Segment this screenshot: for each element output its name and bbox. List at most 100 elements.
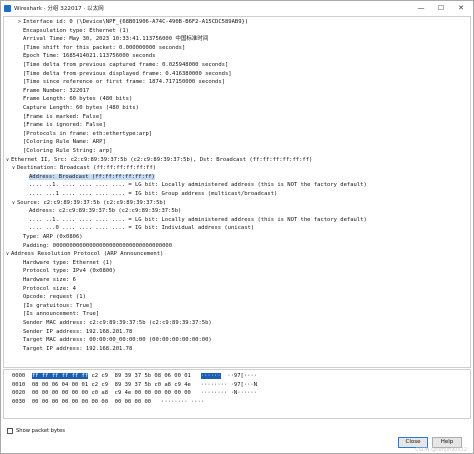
- tree-row[interactable]: [Coloring Rule Name: ARP]: [4, 138, 470, 146]
- tree-row-text: .... ...1 .... .... .... .... = IG bit: …: [29, 191, 278, 197]
- tree-row-text: Hardware size: 6: [23, 277, 76, 283]
- tree-row-text: Type: ARP (0x0806): [23, 234, 83, 240]
- show-bytes-checkbox[interactable]: [7, 428, 13, 434]
- bytes-row[interactable]: 0020 00 00 00 00 00 00 c0 a8 c9 4e 00 00…: [12, 389, 257, 397]
- tree-row-text: Ethernet II, Src: c2:c9:89:39:37:5b (c2:…: [11, 156, 313, 163]
- title-bar: Wireshark · 分组 322017 · 以太网 — ☐ ✕: [1, 1, 473, 15]
- bytes-hex: 08 00 06 04 00 01 c2 c9 89 39 37 5b c0 a…: [31, 381, 191, 388]
- tree-row[interactable]: Epoch Time: 1685414021.113756000 seconds: [4, 52, 470, 60]
- tree-row-text: Destination: Broadcast (ff:ff:ff:ff:ff:f…: [17, 165, 157, 172]
- bytes-hex: c2 c9 89 39 37 5b 08 06 00 01: [88, 373, 191, 379]
- expand-toggle-icon[interactable]: >: [16, 18, 23, 26]
- bytes-offset: 0010: [12, 381, 26, 388]
- tree-row[interactable]: Target MAC address: 00:00:00_00:00:00 (0…: [4, 336, 470, 344]
- tree-row[interactable]: Address: Broadcast (ff:ff:ff:ff:ff:ff): [4, 173, 470, 181]
- tree-row[interactable]: [Time delta from previous captured frame…: [4, 61, 470, 69]
- tree-row-text: Interface id: 0 (\Device\NPF_{68B01906-A…: [23, 19, 249, 25]
- tree-row-text: Frame Number: 322017: [23, 87, 90, 94]
- tree-row-text: Opcode: request (1): [23, 294, 86, 301]
- tree-row[interactable]: Opcode: request (1): [4, 293, 470, 301]
- tree-row-text: Encapsulation type: Ethernet (1): [23, 27, 129, 34]
- tree-row[interactable]: Frame Length: 60 bytes (480 bits): [4, 95, 470, 103]
- bytes-offset: 0000: [12, 373, 26, 379]
- tree-row-text: Sender MAC address: c2:c9:89:39:37:5b (c…: [23, 320, 212, 326]
- bytes-row[interactable]: 0000 ff ff ff ff ff ff c2 c9 89 39 37 5b…: [12, 372, 257, 380]
- show-bytes-option[interactable]: Show packet bytes: [7, 428, 65, 434]
- tree-row-text: [Time since reference or first frame: 18…: [23, 79, 225, 86]
- tree-row[interactable]: ∨ Source: c2:c9:89:39:37:5b (c2:c9:89:39:…: [4, 199, 470, 207]
- show-bytes-label: Show packet bytes: [16, 428, 65, 434]
- tree-row-text: .... ..1. .... .... .... .... = LG bit: …: [29, 216, 367, 223]
- tree-row[interactable]: ∨ Destination: Broadcast (ff:ff:ff:ff:ff:…: [4, 164, 470, 172]
- bytes-ascii: ········ ····: [161, 398, 205, 405]
- tree-row[interactable]: Sender MAC address: c2:c9:89:39:37:5b (c…: [4, 319, 470, 327]
- tree-row[interactable]: [Time delta from previous displayed fram…: [4, 70, 470, 78]
- tree-row[interactable]: Padding: 0000000000000000000000000000000…: [4, 242, 470, 250]
- tree-row[interactable]: Encapsulation type: Ethernet (1): [4, 27, 470, 35]
- bytes-hex-highlight: ff ff ff ff ff ff: [31, 373, 89, 379]
- bytes-ascii-highlight: ······: [200, 373, 221, 379]
- tree-row-text: Sender IP address: 192.168.201.78: [23, 328, 133, 335]
- tree-row-text: Arrival Time: May 30, 2023 10:33:41.1137…: [23, 36, 209, 43]
- tree-row[interactable]: Protocol type: IPv4 (0x0800): [4, 267, 470, 275]
- expand-toggle-icon[interactable]: ∨: [10, 164, 17, 172]
- packet-bytes-pane[interactable]: 0000 ff ff ff ff ff ff c2 c9 89 39 37 5b…: [3, 369, 471, 419]
- tree-row[interactable]: .... ..1. .... .... .... .... = LG bit: …: [4, 181, 470, 189]
- tree-row[interactable]: [Time since reference or first frame: 18…: [4, 78, 470, 86]
- tree-row[interactable]: Protocol size: 4: [4, 285, 470, 293]
- tree-row-text: Capture Length: 60 bytes (480 bits): [23, 105, 139, 111]
- tree-row[interactable]: .... ..1. .... .... .... .... = LG bit: …: [4, 216, 470, 224]
- tree-row[interactable]: Capture Length: 60 bytes (480 bits): [4, 104, 470, 112]
- expand-toggle-icon[interactable]: ∨: [4, 156, 11, 164]
- tree-row-text: [Is announcement: True]: [23, 311, 100, 318]
- packet-detail-window: Wireshark · 分组 322017 · 以太网 — ☐ ✕ > Inter…: [0, 0, 474, 454]
- tree-row-text: [Time shift for this packet: 0.000000000…: [23, 44, 186, 51]
- packet-details-tree[interactable]: > Interface id: 0 (\Device\NPF_{68B01906-…: [3, 16, 471, 368]
- tree-row[interactable]: > Interface id: 0 (\Device\NPF_{68B01906-…: [4, 18, 470, 26]
- tree-row[interactable]: ∨ Ethernet II, Src: c2:c9:89:39:37:5b (c2…: [4, 156, 470, 164]
- tree-row[interactable]: [Frame is marked: False]: [4, 113, 470, 121]
- tree-row[interactable]: .... ...1 .... .... .... .... = IG bit: …: [4, 190, 470, 198]
- tree-row-text: [Time delta from previous displayed fram…: [23, 70, 232, 77]
- tree-row-text: Protocol size: 4: [23, 285, 76, 292]
- bytes-ascii: ········ ·97[···N: [200, 381, 258, 388]
- tree-row-text: Padding: 0000000000000000000000000000000…: [23, 242, 173, 249]
- tree-row-text: [Time delta from previous captured frame…: [23, 62, 229, 68]
- tree-row-text: Protocol type: IPv4 (0x0800): [23, 268, 116, 275]
- tree-row[interactable]: [Protocols in frame: eth:ethertype:arp]: [4, 130, 470, 138]
- tree-row-text: [Coloring Rule String: arp]: [23, 148, 113, 154]
- tree-row[interactable]: Sender IP address: 192.168.201.78: [4, 328, 470, 336]
- tree-row-text: [Frame is ignored: False]: [23, 122, 106, 129]
- tree-row[interactable]: [Frame is ignored: False]: [4, 121, 470, 129]
- expand-toggle-icon[interactable]: ∨: [4, 250, 11, 258]
- tree-row-text: [Protocols in frame: eth:ethertype:arp]: [23, 130, 153, 137]
- tree-row[interactable]: Hardware size: 6: [4, 276, 470, 284]
- tree-row-text: Address: c2:c9:89:39:37:5b (c2:c9:89:39:…: [29, 208, 182, 215]
- tree-row[interactable]: [Is announcement: True]: [4, 310, 470, 318]
- bytes-row[interactable]: 0030 00 00 00 00 00 00 00 00 00 00 00 00…: [12, 398, 204, 406]
- tree-row[interactable]: [Time shift for this packet: 0.000000000…: [4, 44, 470, 52]
- bytes-hex: 00 00 00 00 00 00 00 00 00 00 00 00: [31, 398, 152, 405]
- tree-row[interactable]: Arrival Time: May 30, 2023 10:33:41.1137…: [4, 35, 470, 43]
- tree-row[interactable]: Hardware type: Ethernet (1): [4, 259, 470, 267]
- tree-row[interactable]: Address: c2:c9:89:39:37:5b (c2:c9:89:39:…: [4, 207, 470, 215]
- tree-row-text: Epoch Time: 1685414021.113756000 seconds: [23, 53, 156, 60]
- minimize-icon[interactable]: —: [411, 1, 431, 15]
- expand-toggle-icon[interactable]: ∨: [10, 199, 17, 207]
- bytes-offset: 0020: [12, 390, 26, 396]
- tree-row[interactable]: [Coloring Rule String: arp]: [4, 147, 470, 155]
- window-controls: — ☐ ✕: [411, 1, 471, 15]
- maximize-icon[interactable]: ☐: [431, 1, 451, 15]
- watermark: CSDN @cenjin90512: [415, 447, 467, 453]
- tree-row[interactable]: Type: ARP (0x0806): [4, 233, 470, 241]
- tree-row[interactable]: [Is gratuitous: True]: [4, 302, 470, 310]
- tree-row-text: .... ..1. .... .... .... .... = LG bit: …: [29, 182, 367, 189]
- tree-row[interactable]: Target IP address: 192.168.201.78: [4, 345, 470, 353]
- bytes-row[interactable]: 0010 08 00 06 04 00 01 c2 c9 89 39 37 5b…: [12, 381, 257, 389]
- close-icon[interactable]: ✕: [451, 1, 471, 15]
- tree-row[interactable]: .... ...0 .... .... .... .... = IG bit: …: [4, 224, 470, 232]
- tree-row-text: Frame Length: 60 bytes (480 bits): [23, 96, 133, 103]
- tree-row-text: Hardware type: Ethernet (1): [23, 259, 113, 266]
- tree-row[interactable]: Frame Number: 322017: [4, 87, 470, 95]
- tree-row[interactable]: ∨ Address Resolution Protocol (ARP Announ…: [4, 250, 470, 258]
